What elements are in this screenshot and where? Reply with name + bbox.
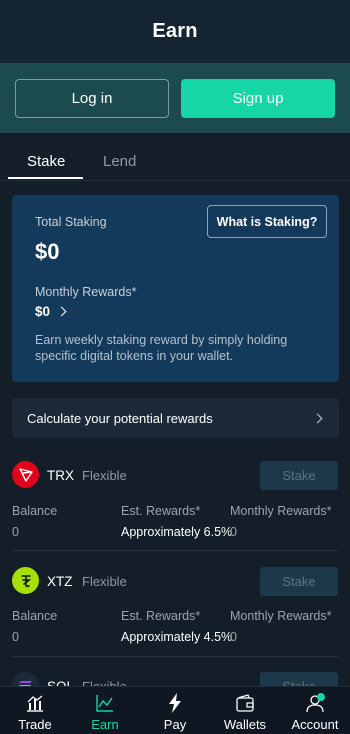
page-title: Earn — [152, 20, 198, 42]
active-tab-indicator — [8, 177, 83, 179]
est-rewards-label: Est. Rewards* — [121, 504, 201, 518]
stake-button[interactable]: Stake — [260, 461, 338, 490]
nav-label: Account — [291, 717, 339, 732]
nav-label: Earn — [91, 717, 119, 732]
chevron-right-icon — [312, 413, 323, 423]
balance-label: Balance — [12, 609, 58, 623]
line-chart-icon — [96, 695, 113, 712]
monthly-rewards-value: 0 — [230, 630, 237, 644]
stake-button[interactable]: Stake — [260, 567, 338, 596]
coin-symbol: TRX — [47, 468, 74, 483]
balance-label: Balance — [12, 504, 58, 518]
monthly-rewards-value: 0 — [230, 525, 237, 539]
tab-stake[interactable]: Stake — [27, 153, 65, 170]
nav-wallets[interactable]: Wallets — [210, 687, 280, 734]
total-staking-label: Total Staking — [35, 215, 107, 229]
monthly-rewards-label: Monthly Rewards* — [230, 504, 332, 518]
nav-earn[interactable]: Earn — [70, 687, 140, 734]
what-is-staking-button[interactable]: What is Staking? — [207, 205, 327, 238]
est-rewards-value: Approximately 4.5% — [121, 630, 233, 644]
bottom-navigation: Trade Earn Pay Wallets Account — [0, 686, 350, 734]
lightning-icon — [169, 693, 181, 713]
est-rewards-label: Est. Rewards* — [121, 609, 201, 623]
est-rewards-value: Approximately 6.5% — [121, 525, 233, 539]
nav-label: Wallets — [223, 717, 267, 732]
nav-trade[interactable]: Trade — [0, 687, 70, 734]
chart-bars-icon — [27, 695, 43, 712]
nav-label: Pay — [163, 717, 187, 732]
tab-lend[interactable]: Lend — [103, 153, 136, 170]
nav-account[interactable]: Account — [280, 687, 350, 734]
auth-bar: Log in Sign up — [0, 63, 350, 133]
tron-icon — [12, 461, 39, 488]
coin-item-xtz: XTZ Flexible Stake Balance Est. Rewards*… — [0, 567, 350, 644]
wallet-icon — [236, 694, 254, 712]
staking-summary-card: Total Staking $0 What is Staking? Monthl… — [12, 195, 339, 382]
tezos-icon — [12, 567, 39, 594]
coin-type: Flexible — [82, 468, 127, 483]
login-button[interactable]: Log in — [15, 78, 169, 118]
divider — [12, 656, 338, 657]
coin-symbol: XTZ — [47, 574, 73, 589]
nav-pay[interactable]: Pay — [140, 687, 210, 734]
app-header: Earn — [0, 0, 350, 63]
monthly-rewards-label: Monthly Rewards* — [35, 285, 137, 299]
divider — [12, 550, 338, 551]
earn-tabs: Stake Lend — [0, 133, 350, 181]
coin-item-trx: TRX Flexible Stake Balance Est. Rewards*… — [0, 461, 350, 539]
staking-description: Earn weekly staking reward by simply hol… — [35, 333, 288, 363]
monthly-rewards-link[interactable]: $0 — [35, 304, 67, 319]
balance-value: 0 — [12, 525, 19, 539]
coin-type: Flexible — [82, 574, 127, 589]
signup-button[interactable]: Sign up — [181, 78, 335, 118]
calculate-rewards-row[interactable]: Calculate your potential rewards — [12, 398, 339, 438]
chevron-right-icon — [56, 306, 67, 317]
monthly-rewards-label: Monthly Rewards* — [230, 609, 332, 623]
monthly-rewards-value: $0 — [35, 304, 51, 319]
person-icon — [306, 693, 325, 713]
nav-label: Trade — [18, 717, 52, 732]
balance-value: 0 — [12, 630, 19, 644]
total-staking-value: $0 — [35, 239, 60, 264]
calculate-rewards-label: Calculate your potential rewards — [27, 410, 213, 426]
